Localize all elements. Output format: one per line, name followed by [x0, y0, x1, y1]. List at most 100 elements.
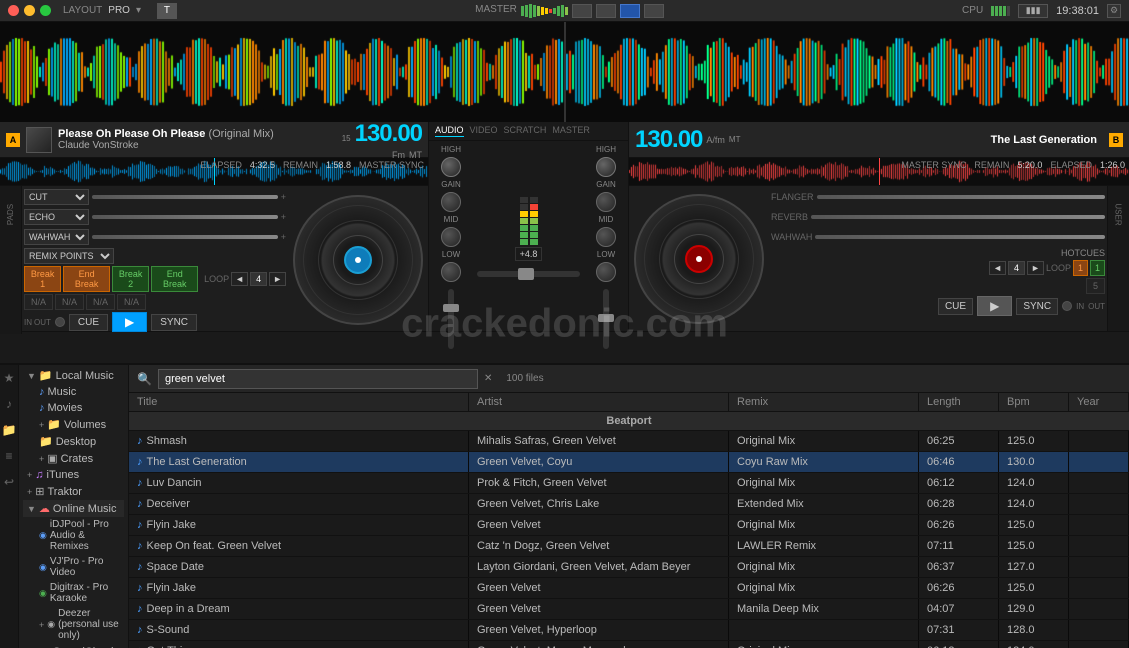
fader-2-handle[interactable]: [598, 314, 614, 322]
fx2-slider[interactable]: [92, 215, 278, 219]
gain-knob-2[interactable]: [596, 192, 616, 212]
fx-r2-slider[interactable]: [811, 215, 1105, 219]
tab-master[interactable]: MASTER: [552, 125, 590, 137]
eq-mid-knob-2[interactable]: [596, 227, 616, 247]
cue-pad-r1[interactable]: 1: [1073, 260, 1088, 276]
nav-icon-music[interactable]: ♪: [0, 395, 18, 413]
cue-pad-4[interactable]: End Break: [151, 266, 198, 292]
sidebar-item-soundcloud[interactable]: ☁ SoundCloud: [23, 643, 124, 648]
cue-button-r[interactable]: CUE: [938, 298, 973, 315]
settings-icon[interactable]: ⚙: [1107, 4, 1121, 18]
eq-high-knob-2[interactable]: [596, 157, 616, 177]
sidebar-item-idjpool[interactable]: ◉ iDJPool - Pro Audio & Remixes: [23, 517, 124, 554]
na-pad-r1[interactable]: 5: [1086, 278, 1105, 294]
track-row-5[interactable]: ♪Keep On feat. Green Velvet Catz 'n Dogz…: [129, 536, 1129, 557]
nav-icon-back[interactable]: ↩: [0, 473, 18, 491]
grid-btn-1[interactable]: [572, 4, 592, 18]
tab-audio[interactable]: AUDIO: [435, 125, 464, 137]
play-button[interactable]: ▶: [112, 312, 147, 332]
maximize-button[interactable]: [40, 5, 51, 16]
sidebar-item-crates[interactable]: + ▣ Crates: [23, 450, 124, 467]
col-bpm[interactable]: Bpm: [999, 393, 1069, 411]
track-row-0[interactable]: ♪Shmash Mihalis Safras, Green Velvet Ori…: [129, 431, 1129, 452]
fx2-add[interactable]: +: [281, 212, 286, 222]
remix-mode-select[interactable]: REMIX POINTS: [24, 248, 114, 264]
fx2-select[interactable]: ECHO: [24, 209, 89, 225]
fx3-slider[interactable]: [92, 235, 278, 239]
na-pad-2[interactable]: N/A: [55, 294, 84, 310]
track-row-1[interactable]: ♪The Last Generation Green Velvet, Coyu …: [129, 452, 1129, 473]
track-row-10[interactable]: ♪Got This Green Velvet, Mason Maynard Or…: [129, 641, 1129, 648]
col-artist[interactable]: Artist: [469, 393, 729, 411]
na-pad-1[interactable]: N/A: [24, 294, 53, 310]
cue-button[interactable]: CUE: [69, 314, 108, 331]
turntable-left[interactable]: [293, 195, 423, 325]
search-input[interactable]: [158, 369, 478, 389]
track-row-7[interactable]: ♪Flyin Jake Green Velvet Original Mix 06…: [129, 578, 1129, 599]
layout-dropdown-icon[interactable]: ▾: [136, 5, 141, 16]
minimize-button[interactable]: [24, 5, 35, 16]
play-button-r[interactable]: ▶: [977, 296, 1012, 316]
tab-scratch[interactable]: SCRATCH: [504, 125, 547, 137]
loop-next[interactable]: ►: [269, 272, 286, 286]
t-logo[interactable]: T: [157, 3, 177, 19]
eq-low-knob-1[interactable]: [441, 262, 461, 282]
col-title[interactable]: Title: [129, 393, 469, 411]
fader-1-handle[interactable]: [443, 304, 459, 312]
loop-prev-r[interactable]: ◄: [989, 261, 1006, 275]
sidebar-item-local-music[interactable]: ▼ 📁 Local Music: [23, 367, 124, 384]
track-row-3[interactable]: ♪Deceiver Green Velvet, Chris Lake Exten…: [129, 494, 1129, 515]
eq-low-knob-2[interactable]: [596, 262, 616, 282]
nav-icon-list[interactable]: ≡: [0, 447, 18, 465]
track-row-9[interactable]: ♪S-Sound Green Velvet, Hyperloop 07:31 1…: [129, 620, 1129, 641]
tab-video[interactable]: VIDEO: [470, 125, 498, 137]
fx3-add[interactable]: +: [281, 232, 286, 242]
track-row-2[interactable]: ♪Luv Dancin Prok & Fitch, Green Velvet O…: [129, 473, 1129, 494]
fx-r1-slider[interactable]: [817, 195, 1105, 199]
fx1-slider[interactable]: [92, 195, 278, 199]
col-remix[interactable]: Remix: [729, 393, 919, 411]
sidebar-item-movies[interactable]: ♪ Movies: [23, 400, 124, 416]
loop-next-r[interactable]: ►: [1027, 261, 1044, 275]
grid-btn-2[interactable]: [596, 4, 616, 18]
gain-knob-1[interactable]: [441, 192, 461, 212]
cue-pad-r2[interactable]: 1: [1090, 260, 1105, 276]
nav-icon-folder[interactable]: 📁: [0, 421, 18, 439]
eq-high-knob-1[interactable]: [441, 157, 461, 177]
sidebar-item-traktor[interactable]: + ⊞ Traktor: [23, 483, 124, 500]
sidebar-item-music[interactable]: ♪ Music: [23, 384, 124, 400]
sync-button-r[interactable]: SYNC: [1016, 298, 1058, 315]
sidebar-item-itunes[interactable]: + ♫ iTunes: [23, 467, 124, 483]
crossfader-handle[interactable]: [518, 268, 534, 280]
fx1-select[interactable]: CUT: [24, 189, 89, 205]
close-button[interactable]: [8, 5, 19, 16]
track-row-6[interactable]: ♪Space Date Layton Giordani, Green Velve…: [129, 557, 1129, 578]
sidebar-item-online-music[interactable]: ▼ ☁ Online Music: [23, 500, 124, 517]
sync-button[interactable]: SYNC: [151, 314, 197, 331]
grid-btn-3[interactable]: [620, 4, 640, 18]
track-row-4[interactable]: ♪Flyin Jake Green Velvet Original Mix 06…: [129, 515, 1129, 536]
grid-btn-4[interactable]: [644, 4, 664, 18]
track-row-8[interactable]: ♪Deep in a Dream Green Velvet Manila Dee…: [129, 599, 1129, 620]
fx1-add[interactable]: +: [281, 192, 286, 202]
turntable-right[interactable]: [634, 194, 764, 324]
loop-prev[interactable]: ◄: [231, 272, 248, 286]
sidebar-item-vjpro[interactable]: ◉ VJ'Pro - Pro Video: [23, 554, 124, 580]
sidebar-item-desktop[interactable]: 📁 Desktop: [23, 433, 124, 450]
col-year[interactable]: Year: [1069, 393, 1129, 411]
fx-r3-slider[interactable]: [815, 235, 1105, 239]
cue-pad-3[interactable]: Break 2: [112, 266, 149, 292]
nav-icon-star[interactable]: ★: [0, 369, 18, 387]
na-pad-3[interactable]: N/A: [86, 294, 115, 310]
fx3-select[interactable]: WAHWAH: [24, 229, 89, 245]
search-clear[interactable]: ✕: [484, 373, 492, 384]
sidebar-item-deezer[interactable]: + ◉ Deezer (personal use only): [23, 606, 124, 643]
sidebar-item-digitrax[interactable]: ◉ Digitrax - Pro Karaoke: [23, 580, 124, 606]
layout-selector[interactable]: LAYOUT PRO ▾: [63, 5, 141, 16]
sidebar-item-volumes[interactable]: + 📁 Volumes: [23, 416, 124, 433]
na-pad-4[interactable]: N/A: [117, 294, 146, 310]
cue-pad-1[interactable]: Break 1: [24, 266, 61, 292]
cue-pad-2[interactable]: End Break: [63, 266, 110, 292]
eq-mid-knob-1[interactable]: [441, 227, 461, 247]
col-length[interactable]: Length: [919, 393, 999, 411]
